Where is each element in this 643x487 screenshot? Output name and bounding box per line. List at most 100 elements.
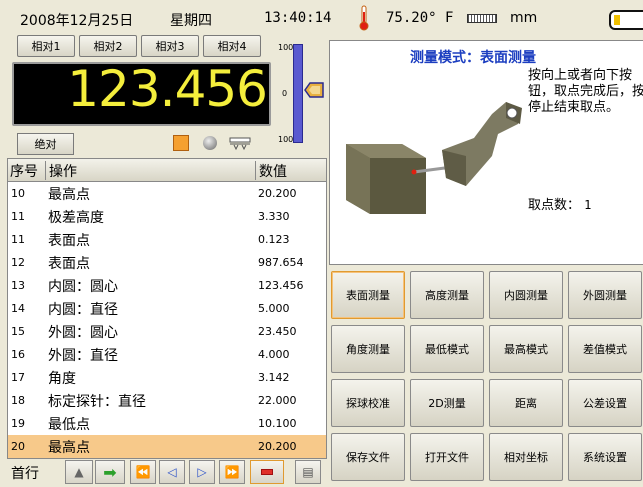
header-operation: 操作	[46, 161, 256, 180]
unit-text: mm	[510, 10, 538, 26]
last-page-icon[interactable]: ⏩	[219, 460, 245, 484]
scroll-up-icon[interactable]: ▲	[65, 460, 93, 484]
time-text: 13:40:14	[264, 10, 332, 26]
probe-ball-icon[interactable]	[203, 136, 217, 150]
table-row[interactable]: 13 内圆：圆心 123.456	[8, 274, 326, 297]
scale-bar	[293, 44, 303, 143]
measurement-value: 123.456	[67, 60, 268, 118]
row-operation: 角度	[48, 370, 76, 387]
scale-pointer-icon	[304, 82, 324, 98]
row-index: 16	[11, 348, 25, 361]
point-count-value: 1	[584, 198, 592, 212]
row-value: 0.123	[258, 233, 290, 246]
mode-button[interactable]: 最低模式	[410, 325, 484, 373]
instruction-text: 按向上或者向下按钮，取点完成后，按停止结束取点。	[528, 68, 643, 115]
relative-2-button[interactable]: 相对2	[79, 35, 137, 57]
table-row[interactable]: 11 极差高度 3.330	[8, 205, 326, 228]
surface-probe-illustration	[346, 102, 522, 214]
row-index: 18	[11, 394, 25, 407]
date-text: 2008年12月25日	[20, 13, 134, 29]
row-value: 4.000	[258, 348, 290, 361]
mode-button[interactable]: 探球校准	[331, 379, 405, 427]
delete-row-button[interactable]	[250, 460, 284, 484]
row-value: 5.000	[258, 302, 290, 315]
mode-title: 测量模式：表面测量	[410, 50, 536, 66]
row-value: 10.100	[258, 417, 297, 430]
mode-button[interactable]: 外圆测量	[568, 271, 642, 319]
table-header: 序号 操作 数值	[8, 159, 326, 182]
previous-icon[interactable]: ◁	[159, 460, 185, 484]
mode-button[interactable]: 角度测量	[331, 325, 405, 373]
row-value: 987.654	[258, 256, 304, 269]
thermometer-icon	[359, 5, 369, 31]
table-row[interactable]: 14 内圆：直径 5.000	[8, 297, 326, 320]
row-index: 12	[11, 256, 25, 269]
probe-mode-icon[interactable]	[229, 137, 251, 151]
mode-button[interactable]: 表面测量	[331, 271, 405, 319]
weekday-text: 星期四	[170, 13, 212, 29]
row-operation: 外圆：圆心	[48, 324, 118, 341]
row-value: 22.000	[258, 394, 297, 407]
row-operation: 表面点	[48, 255, 90, 272]
measurement-display: 123.456	[12, 60, 271, 126]
first-page-icon[interactable]: ⏪	[130, 460, 156, 484]
mode-button[interactable]: 最高模式	[489, 325, 563, 373]
bottom-toolbar: 首行 ▲ ➡ ⏪ ◁ ▷ ⏩ ▤	[7, 459, 327, 485]
row-operation: 极差高度	[48, 209, 104, 226]
record-indicator-icon[interactable]	[173, 135, 189, 151]
relative-4-button[interactable]: 相对4	[203, 35, 261, 57]
scale-bottom-label: 100	[278, 135, 294, 144]
mode-button[interactable]: 系统设置	[568, 433, 642, 481]
minus-icon	[261, 469, 273, 475]
table-row[interactable]: 11 表面点 0.123	[8, 228, 326, 251]
mode-button[interactable]: 公差设置	[568, 379, 642, 427]
row-operation: 最高点	[48, 186, 90, 203]
measurement-mode-panel: 测量模式：表面测量 按向上或者向下按钮，取点完成后，按停止结束取点。 取点数： …	[329, 40, 643, 265]
table-row[interactable]: 10 最高点 20.200	[8, 182, 326, 205]
row-operation: 外圆：直径	[48, 347, 118, 364]
mode-button[interactable]: 打开文件	[410, 433, 484, 481]
row-operation: 内圆：圆心	[48, 278, 118, 295]
table-row[interactable]: 20 最高点 20.200	[8, 435, 326, 458]
row-value: 3.330	[258, 210, 290, 223]
row-operation: 表面点	[48, 232, 90, 249]
row-index: 15	[11, 325, 25, 338]
mode-button[interactable]: 2D测量	[410, 379, 484, 427]
table-row[interactable]: 17 角度 3.142	[8, 366, 326, 389]
mode-button[interactable]: 相对坐标	[489, 433, 563, 481]
mode-button[interactable]: 差值模式	[568, 325, 642, 373]
enter-arrow-icon[interactable]: ➡	[95, 460, 125, 484]
next-icon[interactable]: ▷	[189, 460, 215, 484]
scale-mid-label: 0	[282, 89, 288, 98]
table-row[interactable]: 18 标定探针：直径 22.000	[8, 389, 326, 412]
row-index: 10	[11, 187, 25, 200]
row-operation: 最低点	[48, 416, 90, 433]
header-index: 序号	[8, 161, 46, 180]
row-index: 11	[11, 233, 25, 246]
row-index: 17	[11, 371, 25, 384]
row-value: 23.450	[258, 325, 297, 338]
row-value: 3.142	[258, 371, 290, 384]
point-count: 取点数： 1	[528, 194, 591, 213]
mode-button[interactable]: 内圆测量	[489, 271, 563, 319]
relative-1-button[interactable]: 相对1	[17, 35, 75, 57]
table-row[interactable]: 19 最低点 10.100	[8, 412, 326, 435]
header-value: 数值	[259, 163, 287, 180]
row-value: 20.200	[258, 187, 297, 200]
row-index: 11	[11, 210, 25, 223]
table-row[interactable]: 12 表面点 987.654	[8, 251, 326, 274]
mode-button[interactable]: 高度测量	[410, 271, 484, 319]
relative-3-button[interactable]: 相对3	[141, 35, 199, 57]
scale-top-label: 100	[278, 43, 294, 52]
row-index: 14	[11, 302, 25, 315]
absolute-button[interactable]: 绝对	[17, 133, 74, 155]
row-operation: 最高点	[48, 439, 90, 456]
mode-button[interactable]: 保存文件	[331, 433, 405, 481]
table-row[interactable]: 15 外圆：圆心 23.450	[8, 320, 326, 343]
mode-button[interactable]: 距离	[489, 379, 563, 427]
document-icon[interactable]: ▤	[295, 460, 321, 484]
table-row[interactable]: 16 外圆：直径 4.000	[8, 343, 326, 366]
ruler-icon	[467, 14, 497, 23]
row-index: 13	[11, 279, 25, 292]
measurement-table: 序号 操作 数值 10 最高点 20.200 11 极差高度 3.330 11 表面点 0.12…	[7, 158, 327, 459]
